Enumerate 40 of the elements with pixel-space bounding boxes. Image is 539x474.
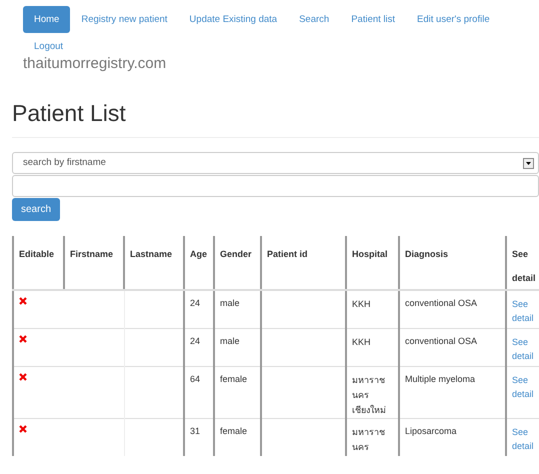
table-cell-text: มหาราช นคร (352, 426, 386, 454)
table-cell: male (220, 298, 240, 308)
table-cell: 24 (190, 298, 200, 308)
column-header: Gender (220, 249, 252, 259)
nav-tab[interactable]: Patient list (340, 6, 406, 33)
page-heading: Patient List (12, 99, 127, 127)
site-brand: thaitumorregistry.com (23, 55, 168, 73)
column-header: Diagnosis (405, 249, 448, 259)
nav-tab[interactable]: Home (23, 6, 70, 33)
search-button[interactable]: search (12, 198, 60, 221)
nav-tab[interactable]: Search (288, 6, 340, 33)
column-header: Patient id (267, 249, 308, 259)
detail-link[interactable]: See detail (512, 372, 539, 400)
column-header: Hospital (352, 249, 388, 259)
detail-link[interactable]: See detail (512, 334, 539, 362)
search-field[interactable] (12, 175, 539, 197)
table-cell: conventional OSA (405, 298, 478, 308)
nav-tab[interactable]: Registry new patient (70, 6, 178, 33)
column-header: See detail (512, 249, 536, 283)
column-header: Age (190, 249, 208, 259)
table-cell: Multiple myeloma (405, 374, 476, 384)
table-cell-text: KKH (352, 298, 372, 311)
column-header: Lastname (130, 249, 172, 259)
table-cell: Liposarcoma (405, 426, 457, 436)
detail-link[interactable]: See detail (512, 297, 539, 325)
table-cell: male (220, 336, 240, 346)
table-cell-text: มหาราช นคร เชียงใหม่ (352, 374, 387, 416)
table-cell: 64 (190, 374, 200, 384)
table-cell: conventional OSA (405, 336, 478, 346)
nav-tab[interactable]: Update Existing data (178, 6, 288, 33)
table-cell-text: KKH (352, 336, 372, 348)
nav-tab[interactable]: Edit user's profile (406, 6, 501, 33)
table-cell: female (220, 374, 248, 384)
table-cell: 24 (190, 336, 200, 346)
table-cell: female (220, 426, 248, 436)
table-cell: 31 (190, 426, 200, 436)
column-header: Firstname (70, 249, 114, 259)
column-header: Editable (19, 249, 54, 259)
search-select[interactable]: search by firstname (12, 152, 539, 174)
detail-link[interactable]: See detail (512, 424, 539, 452)
